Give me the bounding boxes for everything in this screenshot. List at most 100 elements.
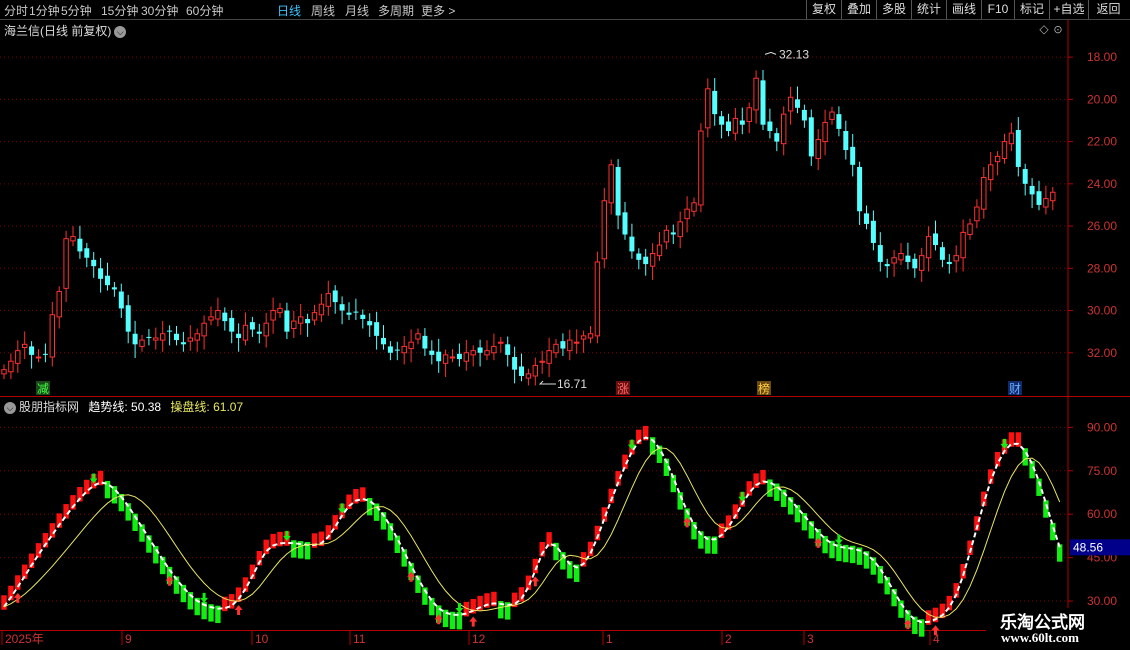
candle-body [346, 312, 352, 315]
low-price-label: 16.71 [557, 377, 587, 391]
candle-body [705, 88, 711, 129]
candle-body [422, 335, 428, 349]
candle-body [767, 121, 773, 132]
indicator-bar [235, 587, 242, 602]
candle-body [139, 339, 145, 347]
candle-body [125, 305, 131, 332]
high-price-label: 32.13 [779, 47, 809, 61]
candle-body [587, 333, 594, 339]
candle-body [732, 117, 739, 134]
event-marker-label: 减 [37, 382, 49, 396]
candle-body [843, 131, 849, 151]
candle-body [622, 212, 628, 235]
indicator-bar [387, 523, 394, 541]
candle-body [960, 231, 966, 259]
date-tick-label: 2 [725, 632, 732, 646]
candle-body [539, 360, 545, 363]
candle-body [967, 223, 973, 236]
candle-body [49, 314, 55, 358]
candle-body [477, 347, 483, 353]
indicator-bar [767, 479, 773, 497]
date-tick-label: 12 [472, 632, 486, 646]
candle-body [925, 236, 932, 259]
candle-body [146, 336, 152, 338]
candle-body [1001, 141, 1008, 159]
indicator-bar [753, 473, 759, 488]
candle-body [1050, 191, 1056, 202]
candle-body [401, 345, 407, 354]
candle-body [470, 350, 476, 356]
candle-body [649, 253, 656, 267]
candle-body [519, 366, 524, 376]
candle-body [105, 275, 110, 286]
indicator-bar [429, 597, 435, 616]
candle-body [532, 364, 538, 377]
candle-body [781, 113, 787, 145]
candle-body [249, 322, 255, 330]
candle-body [408, 341, 414, 350]
candle-body [560, 341, 566, 349]
candle-body [953, 255, 959, 262]
candle-body [187, 337, 194, 342]
candle-body [484, 350, 490, 356]
candle-body [91, 259, 97, 267]
control-line [3, 447, 1061, 618]
price-tick-label: 32.00 [1087, 346, 1117, 360]
candle-body [512, 356, 518, 370]
candle-body [263, 322, 269, 337]
candle-body [836, 114, 842, 129]
candle-body [15, 350, 21, 364]
indicator-bar [801, 513, 808, 531]
indicator-bar [898, 600, 904, 618]
indicator-bar [677, 492, 683, 510]
price-tick-label: 26.00 [1087, 219, 1117, 233]
candle-body [939, 247, 945, 260]
candles-layer [1, 69, 1056, 386]
candle-body [318, 303, 325, 316]
date-tick-label: 10 [255, 632, 269, 646]
candle-body [505, 344, 511, 355]
watermark-line2: www.60lt.com [1001, 630, 1079, 645]
date-tick-label: 3 [807, 632, 814, 646]
candle-body [111, 287, 117, 290]
candle-body [884, 264, 890, 267]
candle-body [56, 291, 62, 318]
candle-body [35, 356, 42, 359]
indicator-tick-label: 75.00 [1087, 464, 1117, 478]
candle-body [491, 345, 497, 354]
indicator-bar [63, 504, 69, 519]
candle-body [374, 322, 380, 336]
indicator-bar [367, 498, 373, 516]
chart-canvas[interactable]: 32.00 30.00 28.00 26.00 24.00 22.00 20.00 18.00… [0, 0, 1130, 650]
candle-body [643, 256, 649, 265]
candle-body [242, 324, 249, 341]
candle-body [974, 206, 980, 222]
candle-body [77, 238, 83, 252]
candle-body [387, 346, 393, 353]
candle-body [436, 351, 442, 362]
candle-body [325, 293, 332, 307]
candle-body [291, 320, 297, 329]
buy-arrow-icon [434, 614, 443, 625]
candle-body [891, 257, 897, 264]
candle-body [22, 343, 28, 348]
event-marker-label: 涨 [617, 381, 629, 396]
trend-line [3, 436, 1061, 624]
current-value-label: 48.56 [1073, 540, 1103, 554]
candle-body [415, 333, 421, 340]
candle-body [636, 253, 642, 260]
date-tick-label: 1 [606, 632, 613, 646]
candle-body [601, 200, 607, 260]
buy-arrow-icon [407, 571, 416, 582]
candle-body [594, 261, 601, 337]
candle-body [1029, 185, 1035, 195]
buy-arrow-icon [531, 576, 540, 587]
candle-body [429, 350, 435, 355]
candle-body [284, 310, 290, 332]
candle-body [63, 238, 69, 289]
buy-arrow-icon [814, 537, 823, 548]
candle-body [746, 107, 752, 123]
indicator-bar [746, 481, 752, 496]
candle-body [815, 138, 821, 159]
candle-body [663, 229, 670, 243]
